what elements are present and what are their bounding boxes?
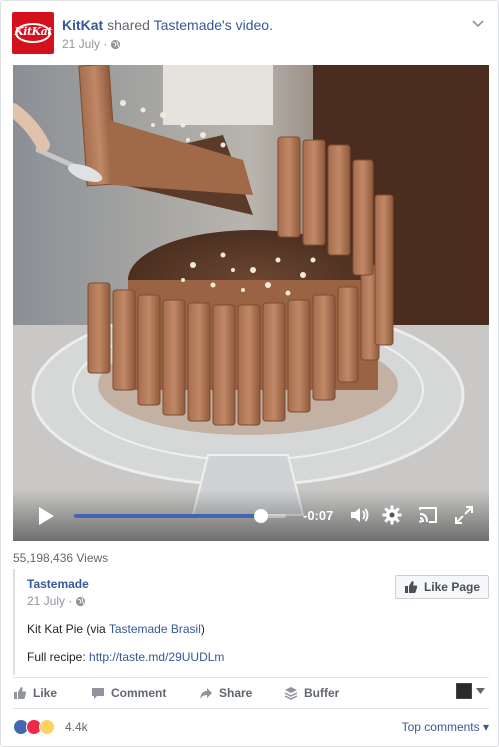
page-avatar[interactable] [456,683,472,699]
wow-reaction-icon [39,719,55,735]
kitkat-logo-avatar[interactable]: KitKat [12,12,54,54]
comment-label: Comment [111,686,167,700]
like-label: Like [33,686,58,700]
title-prefix: Kit Kat Pie (via [27,622,109,636]
shared-from-link[interactable]: Tastemade's [154,17,232,33]
share-button[interactable]: Share [199,686,252,700]
logo-text: KitKat [14,25,52,38]
shared-post-date[interactable]: 21 July · [27,594,72,608]
buffer-label: Buffer [304,686,340,700]
reaction-count[interactable]: 4.4k [65,720,88,734]
shared-post: Tastemade 21 July · Like Page Kit Kat Pi… [13,569,489,675]
globe-icon [111,39,121,49]
play-icon[interactable] [37,506,55,526]
video-frame-cake [13,65,489,541]
shared-post-meta: 21 July · [27,594,86,608]
reaction-icons[interactable] [13,719,55,735]
volume-icon[interactable] [348,504,370,526]
header-verb: shared [107,17,150,33]
video-progress-fill [74,514,261,518]
buffer-button[interactable]: Buffer [284,686,339,700]
thumbs-up-icon [14,687,27,699]
like-page-button[interactable]: Like Page [394,575,489,599]
video-controls: -0:07 [13,489,489,541]
shared-author-link[interactable]: Tastemade [27,577,89,591]
video-player[interactable]: -0:07 [13,65,489,541]
recipe-line: Full recipe: http://taste.md/29UUDLm [27,650,224,664]
post-meta: 21 July · [62,37,121,51]
chevron-down-icon[interactable] [470,15,486,31]
shared-post-title: Kit Kat Pie (via Tastemade Brasil) [27,622,205,636]
comment-button[interactable]: Comment [91,686,166,700]
author-link[interactable]: KitKat [62,17,103,33]
recipe-prefix: Full recipe: [27,650,90,664]
time-remaining: -0:07 [303,508,334,523]
post-header: KitKat shared Tastemade's video. [62,17,273,33]
title-suffix: ) [200,622,205,636]
post-card: KitKat KitKat shared Tastemade's video. … [0,0,499,747]
reaction-bar: 4.4k Top comments ▾ [13,708,489,742]
chevron-down-icon[interactable] [476,688,485,694]
video-link[interactable]: video. [236,17,273,33]
view-count: 55,198,436 Views [13,551,109,565]
like-page-label: Like Page [423,580,480,594]
fullscreen-icon[interactable] [453,504,475,526]
gear-icon[interactable] [381,504,403,526]
share-icon [200,688,212,699]
like-button[interactable]: Like [13,686,57,700]
action-bar: Like Comment Share Buffer [13,677,489,707]
thumbs-up-icon [404,581,418,593]
comment-icon [92,688,104,699]
buffer-icon [284,687,298,700]
cast-icon[interactable] [417,504,439,526]
tastemade-brasil-link[interactable]: Tastemade Brasil [109,622,201,636]
video-progress-knob[interactable] [253,509,268,523]
globe-icon [76,596,86,606]
post-date[interactable]: 21 July · [62,37,107,51]
video-progress-bar[interactable] [74,509,286,523]
share-label: Share [219,686,253,700]
top-comments-dropdown[interactable]: Top comments ▾ [402,720,489,734]
recipe-link[interactable]: http://taste.md/29UUDLm [89,650,224,664]
top-comments-label: Top comments [401,720,480,734]
